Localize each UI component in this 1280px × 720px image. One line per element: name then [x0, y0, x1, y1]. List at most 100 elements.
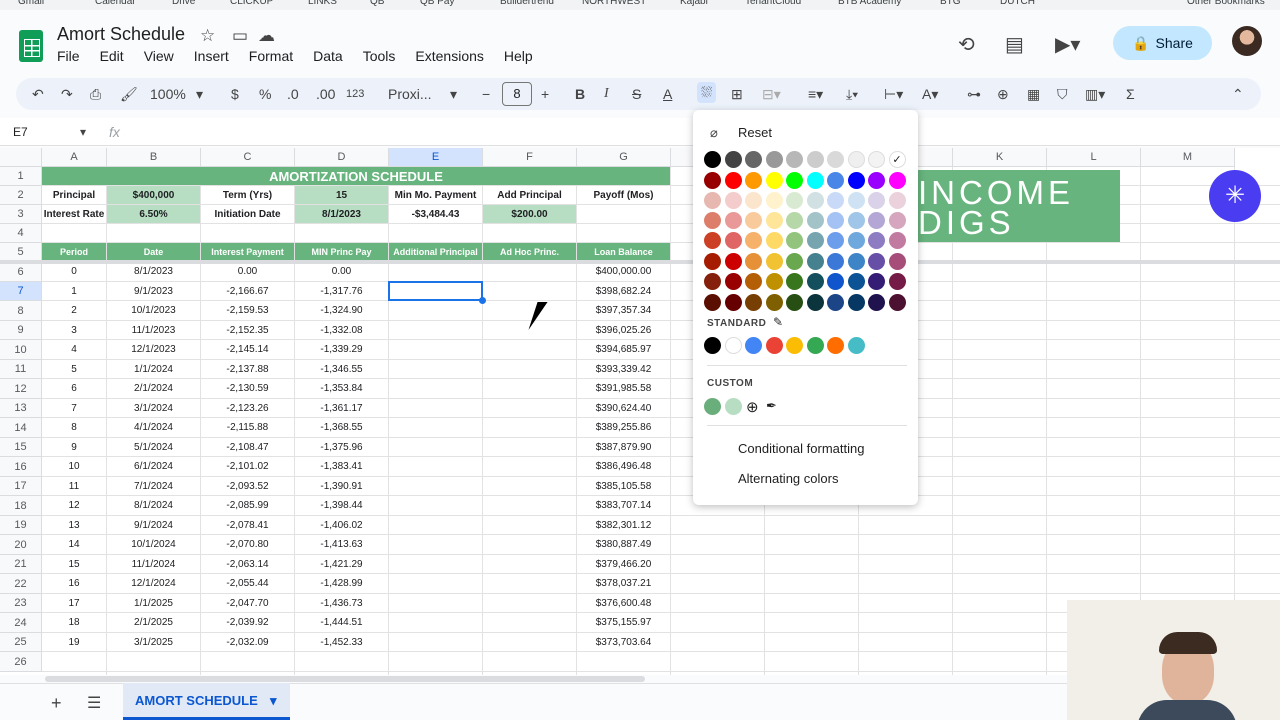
data-cell[interactable]: -1,428.99	[295, 574, 389, 594]
color-swatch[interactable]	[745, 151, 762, 168]
color-swatch[interactable]	[847, 273, 865, 290]
menu-insert[interactable]: Insert	[184, 48, 239, 64]
data-cell[interactable]: $386,496.48	[577, 457, 671, 477]
zoom-chevron-icon[interactable]: ▾	[196, 86, 203, 103]
value-cell[interactable]: $200.00	[483, 205, 577, 224]
color-swatch[interactable]	[786, 232, 803, 249]
bookmark-7[interactable]: Buildertrend	[500, 0, 554, 7]
color-swatch[interactable]	[888, 192, 906, 209]
color-swatch[interactable]	[704, 294, 721, 311]
increase-decimal-button[interactable]: .00	[316, 86, 335, 102]
color-swatch[interactable]	[806, 212, 824, 229]
data-cell[interactable]: -1,317.76	[295, 282, 389, 301]
menu-data[interactable]: Data	[303, 48, 353, 64]
version-history-icon[interactable]: ⟲	[958, 32, 975, 57]
frozen-divider[interactable]	[0, 260, 1280, 264]
row-header[interactable]: 25	[0, 633, 42, 652]
data-cell[interactable]: -2,085.99	[201, 496, 295, 516]
data-cell[interactable]: 7	[42, 399, 107, 418]
color-swatch[interactable]	[745, 212, 762, 229]
data-cell[interactable]: 5/1/2024	[107, 438, 201, 457]
vertical-align-icon[interactable]: ⤓▾	[846, 86, 858, 103]
print-icon[interactable]: ⎙	[90, 86, 101, 103]
color-swatch[interactable]	[786, 172, 803, 189]
color-swatch[interactable]	[786, 294, 803, 311]
data-cell[interactable]: $373,703.64	[577, 633, 671, 652]
bookmark-9[interactable]: Kajabi	[680, 0, 708, 7]
row-header[interactable]: 2	[0, 186, 42, 205]
color-swatch[interactable]	[847, 172, 865, 189]
data-cell[interactable]: $391,985.58	[577, 379, 671, 399]
row-header[interactable]: 13	[0, 399, 42, 418]
color-swatch[interactable]	[704, 273, 721, 290]
label-cell[interactable]: 15	[295, 186, 389, 205]
color-swatch[interactable]	[765, 172, 783, 189]
extension-fab-icon[interactable]: ✳	[1209, 170, 1261, 222]
row-header[interactable]: 24	[0, 613, 42, 633]
bold-icon[interactable]: B	[575, 86, 585, 102]
color-swatch[interactable]	[888, 253, 906, 270]
color-swatch[interactable]	[868, 294, 885, 311]
color-swatch[interactable]	[765, 212, 783, 229]
sheet-tab-amort-schedule[interactable]: AMORT SCHEDULE ▾	[123, 683, 290, 720]
filter-icon[interactable]: ⛉	[1057, 86, 1068, 103]
color-swatch[interactable]	[724, 151, 742, 168]
standard-color-swatch[interactable]	[704, 337, 721, 354]
color-swatch[interactable]	[704, 151, 721, 168]
color-swatch[interactable]	[724, 253, 742, 270]
data-cell[interactable]: 1	[42, 282, 107, 301]
color-swatch[interactable]	[724, 172, 742, 189]
menu-tools[interactable]: Tools	[353, 48, 406, 64]
color-swatch[interactable]	[827, 151, 844, 168]
row-header[interactable]: 18	[0, 496, 42, 516]
data-cell[interactable]: $394,685.97	[577, 340, 671, 360]
data-cell[interactable]: -2,159.53	[201, 301, 295, 321]
data-cell[interactable]: -1,361.17	[295, 399, 389, 418]
color-swatch[interactable]	[786, 253, 803, 270]
column-header-c[interactable]: C	[201, 148, 295, 167]
bookmark-12[interactable]: BTG	[940, 0, 961, 7]
value-cell[interactable]: 8/1/2023	[295, 205, 389, 224]
data-cell[interactable]: 11	[42, 477, 107, 496]
row-header[interactable]: 21	[0, 555, 42, 574]
data-cell[interactable]: 2/1/2025	[107, 613, 201, 633]
sheet-tab-chevron-icon[interactable]: ▾	[270, 683, 277, 719]
meet-icon[interactable]: ▶▾	[1055, 32, 1080, 57]
row-header[interactable]: 10	[0, 340, 42, 360]
color-swatch[interactable]	[888, 172, 906, 189]
data-cell[interactable]: 14	[42, 535, 107, 555]
color-swatch[interactable]	[765, 232, 783, 249]
menu-view[interactable]: View	[134, 48, 184, 64]
conditional-formatting-item[interactable]: Conditional formatting	[738, 441, 864, 456]
data-cell[interactable]: 8/1/2024	[107, 496, 201, 516]
standard-color-swatch[interactable]	[827, 337, 844, 354]
data-cell[interactable]: -1,421.29	[295, 555, 389, 574]
data-cell[interactable]: 1/1/2025	[107, 594, 201, 613]
menu-extensions[interactable]: Extensions	[405, 48, 493, 64]
data-cell[interactable]: -2,166.67	[201, 282, 295, 301]
color-swatch[interactable]	[724, 273, 742, 290]
data-cell[interactable]: $393,339.42	[577, 360, 671, 379]
menu-format[interactable]: Format	[239, 48, 303, 64]
color-swatch[interactable]	[827, 294, 844, 311]
row-header[interactable]: 19	[0, 516, 42, 535]
data-cell[interactable]: -2,047.70	[201, 594, 295, 613]
label-cell[interactable]: Add Principal	[483, 186, 577, 205]
data-cell[interactable]: 9/1/2023	[107, 282, 201, 301]
column-header-a[interactable]: A	[42, 148, 107, 167]
color-swatch[interactable]	[827, 212, 844, 229]
column-header-l[interactable]: L	[1047, 148, 1141, 167]
data-cell[interactable]: 12/1/2023	[107, 340, 201, 360]
data-cell[interactable]: 19	[42, 633, 107, 652]
data-cell[interactable]: -1,390.91	[295, 477, 389, 496]
color-swatch[interactable]	[868, 172, 885, 189]
value-cell[interactable]: 6.50%	[107, 205, 201, 224]
label-cell[interactable]: Min Mo. Payment	[389, 186, 483, 205]
color-swatch[interactable]	[868, 232, 885, 249]
borders-icon[interactable]: ⊞	[731, 86, 743, 103]
color-swatch[interactable]	[704, 253, 721, 270]
standard-color-swatch[interactable]	[847, 337, 865, 354]
reset-color-button[interactable]: Reset	[738, 125, 772, 140]
data-cell[interactable]: -2,063.14	[201, 555, 295, 574]
bookmark-1[interactable]: Calendar	[95, 0, 136, 7]
